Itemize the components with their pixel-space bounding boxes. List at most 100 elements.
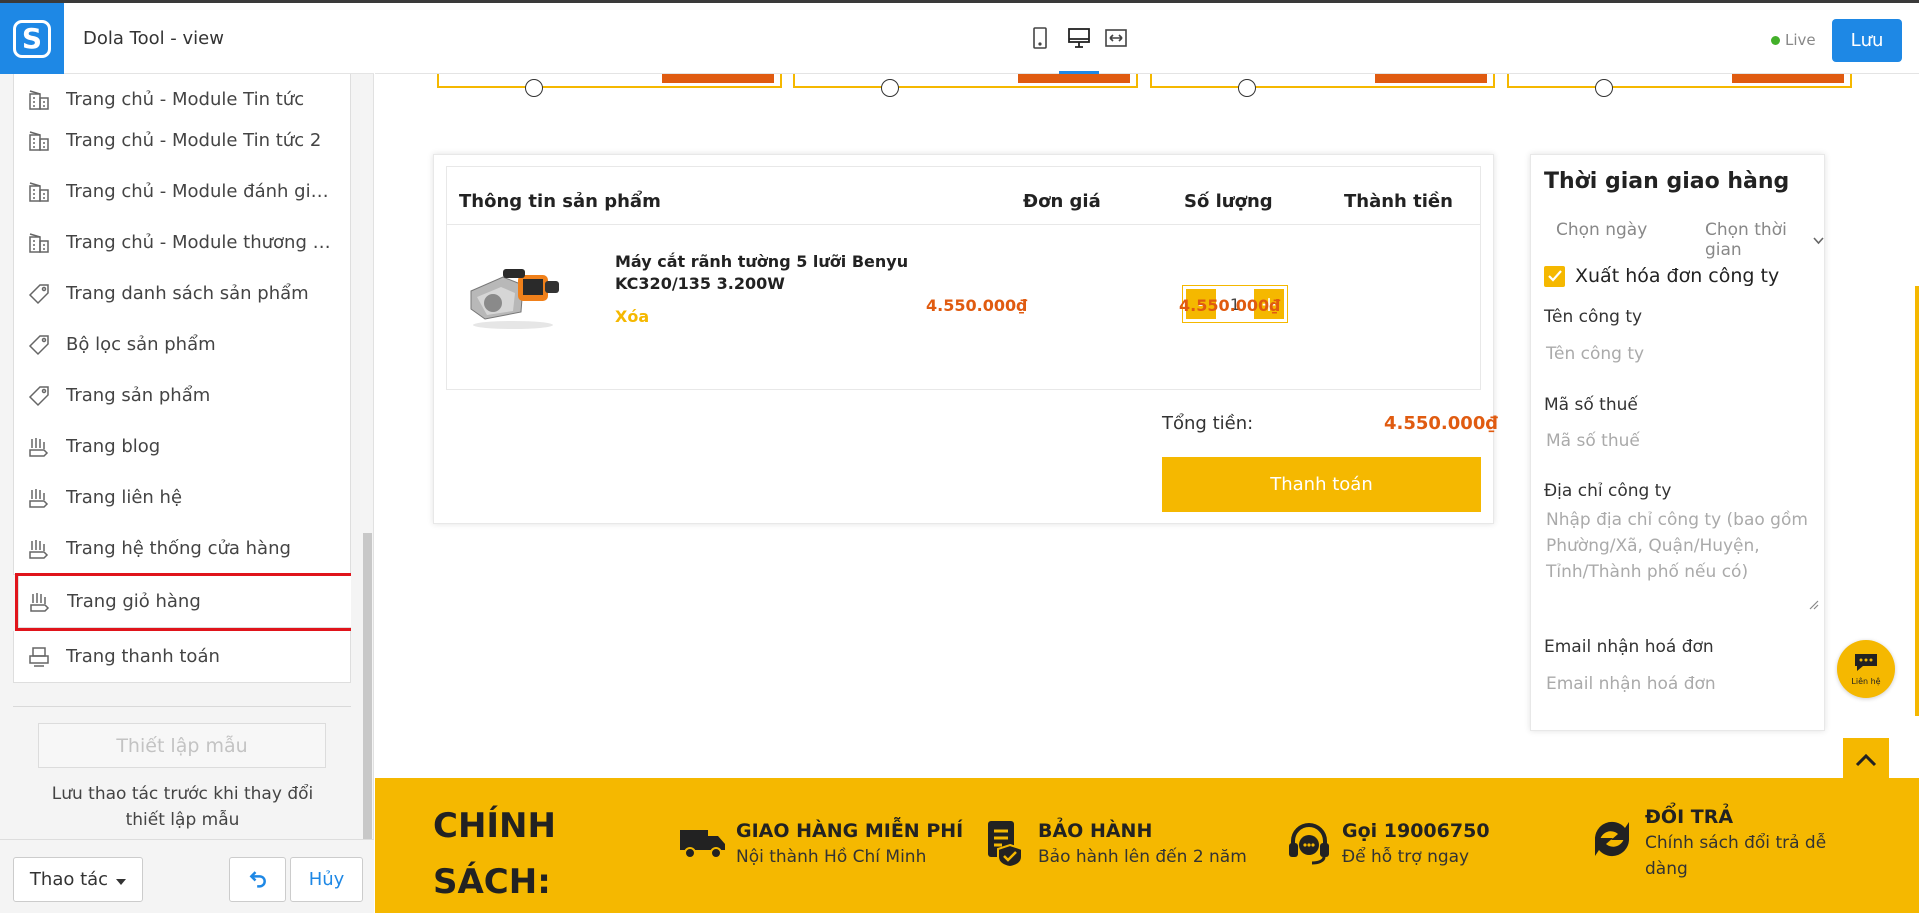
save-button[interactable]: Lưu — [1832, 19, 1902, 62]
live-status[interactable]: Live — [1771, 31, 1816, 49]
sidebar-item-blog[interactable]: Trang blog — [13, 421, 351, 473]
sidebar-item-product-list[interactable]: Trang danh sách sản phẩm — [13, 268, 351, 320]
sidebar-item-checkout[interactable]: Trang thanh toán — [13, 631, 351, 683]
tax-code-label: Mã số thuế — [1544, 395, 1638, 415]
invoice-email-input[interactable]: Email nhận hoá đơn — [1546, 674, 1716, 694]
sidebar-item-product-filter[interactable]: Bộ lọc sản phẩm — [13, 319, 351, 371]
sidebar-item-home-brands[interactable]: Trang chủ - Module thương hiệu — [13, 217, 351, 269]
undo-button[interactable] — [229, 857, 286, 902]
actions-dropdown[interactable]: Thao tác — [13, 857, 143, 902]
store-preview: Thông tin sản phẩm Đơn giá Số lượng Thàn… — [375, 74, 1919, 913]
card-circle — [1595, 79, 1613, 97]
caret-down-icon — [116, 869, 127, 890]
tag-icon — [26, 281, 52, 307]
line-total: 4.550.000₫ — [1179, 296, 1281, 315]
policy-item-title: GIAO HÀNG MIỄN PHÍ — [736, 820, 964, 842]
sidebar-item-label: Trang blog — [66, 436, 161, 457]
total-value: 4.550.000₫ — [1384, 413, 1498, 434]
printer-icon — [26, 644, 52, 670]
live-label: Live — [1785, 31, 1816, 49]
template-setup-button[interactable]: Thiết lập mẫu — [38, 723, 326, 768]
sidebar-item-label: Bộ lọc sản phẩm — [66, 334, 216, 355]
cart-table: Thông tin sản phẩm Đơn giá Số lượng Thàn… — [446, 166, 1481, 390]
contact-chat-label: Liên hệ — [1851, 677, 1881, 686]
product-name[interactable]: Máy cắt rãnh tường 5 lưỡi Benyu KC320/13… — [615, 251, 975, 295]
product-image[interactable] — [463, 257, 563, 332]
contact-chat-button[interactable]: Liên hệ — [1837, 640, 1895, 698]
remove-item-link[interactable]: Xóa — [615, 307, 649, 326]
undo-icon — [248, 868, 268, 892]
card-circle — [881, 79, 899, 97]
time-select-label: Chọn thời gian — [1705, 220, 1787, 260]
building-icon — [26, 128, 52, 154]
fullwidth-icon — [1104, 28, 1128, 52]
sidebar-item-label: Trang chủ - Module Tin tức 2 — [66, 130, 322, 151]
header-total: Thành tiền — [1344, 191, 1453, 212]
card-button-fragment — [1375, 74, 1487, 83]
template-note: Lưu thao tác trước khi thay đổi thiết lậ… — [51, 784, 314, 830]
policy-item-title: Gọi 19006750 — [1342, 820, 1490, 842]
tax-code-input[interactable]: Mã số thuế — [1546, 431, 1640, 451]
mobile-view-button[interactable] — [1025, 25, 1055, 55]
hand-icon — [26, 485, 52, 511]
preview-toolbar: Live Lưu — [375, 3, 1919, 75]
sidebar-header: S Dola Tool - view — [0, 3, 374, 74]
hand-icon — [27, 589, 53, 615]
invoice-checkbox-row[interactable]: Xuất hóa đơn công ty — [1544, 265, 1779, 287]
policy-footer: CHÍNH SÁCH: GIAO HÀNG MIỄN PHÍ Nội thành… — [375, 778, 1919, 913]
invoice-checkbox-label: Xuất hóa đơn công ty — [1575, 265, 1780, 287]
sidebar-item-label: Trang chủ - Module thương hiệu — [66, 232, 336, 253]
hand-icon — [26, 536, 52, 562]
desktop-view-button[interactable] — [1064, 25, 1094, 55]
product-card-fragment — [437, 74, 782, 97]
hand-icon — [26, 434, 52, 460]
chevron-down-icon — [1813, 230, 1824, 250]
sidebar-item-contact[interactable]: Trang liên hệ — [13, 472, 351, 524]
policy-item-warranty: BẢO HÀNH Bảo hành lên đến 2 năm — [980, 818, 1247, 870]
sidebar-item-label: Trang liên hệ — [66, 487, 183, 508]
sidebar-item-label: Trang chủ - Module đánh giá kh... — [66, 181, 336, 202]
desktop-icon — [1067, 27, 1091, 53]
policy-item-title: BẢO HÀNH — [1038, 820, 1153, 842]
time-select[interactable]: Chọn thời gian — [1705, 220, 1824, 260]
invoice-checkbox[interactable] — [1544, 265, 1565, 287]
policy-item-subtitle: Chính sách đổi trả dễ dàng — [1645, 833, 1827, 879]
product-card-fragment — [1507, 74, 1852, 97]
policy-title-line-1: CHÍNH — [433, 806, 556, 846]
side-accent-bar — [1915, 286, 1919, 716]
header-price: Đơn giá — [1023, 191, 1101, 212]
sidebar-item-product[interactable]: Trang sản phẩm — [13, 370, 351, 422]
header-quantity: Số lượng — [1184, 191, 1273, 212]
mobile-icon — [1032, 27, 1048, 53]
resize-handle-icon[interactable] — [1809, 595, 1819, 614]
app-logo[interactable]: S — [0, 3, 64, 74]
cancel-button[interactable]: Hủy — [290, 857, 363, 902]
policy-item-subtitle: Nội thành Hồ Chí Minh — [736, 847, 927, 867]
sidebar-item-stores[interactable]: Trang hệ thống cửa hàng — [13, 523, 351, 575]
sidebar-item-home-reviews[interactable]: Trang chủ - Module đánh giá kh... — [13, 166, 351, 218]
card-circle — [525, 79, 543, 97]
fullwidth-view-button[interactable] — [1101, 25, 1131, 55]
exchange-icon — [1587, 814, 1637, 864]
company-address-textarea[interactable]: Nhập địa chỉ công ty (bao gồm Phường/Xã,… — [1546, 507, 1811, 585]
checkout-button[interactable]: Thanh toán — [1162, 457, 1481, 512]
sidebar-item-label: Trang chủ - Module Tin tức — [66, 89, 305, 110]
policy-item-shipping: GIAO HÀNG MIỄN PHÍ Nội thành Hồ Chí Minh — [678, 818, 963, 870]
tag-icon — [26, 383, 52, 409]
building-icon — [26, 179, 52, 205]
sidebar-item-home-news-2[interactable]: Trang chủ - Module Tin tức 2 — [13, 115, 351, 167]
total-label: Tổng tiền: — [1162, 413, 1254, 434]
building-icon — [26, 87, 52, 113]
company-name-label: Tên công ty — [1544, 307, 1643, 327]
page-list: Trang chủ - Module Tin tức Trang chủ - M… — [13, 74, 351, 686]
logo-letter: S — [13, 19, 51, 58]
policy-item-title: ĐỔI TRẢ — [1645, 806, 1734, 828]
company-name-input[interactable]: Tên công ty — [1546, 344, 1644, 364]
date-select[interactable]: Chọn ngày — [1556, 220, 1647, 240]
card-button-fragment — [1018, 74, 1130, 83]
policy-item-subtitle: Bảo hành lên đến 2 năm — [1038, 847, 1247, 867]
sidebar-item-cart[interactable]: Trang giỏ hàng — [15, 573, 351, 631]
truck-icon — [678, 818, 728, 868]
headset-icon — [1284, 818, 1334, 868]
product-card-fragment — [793, 74, 1138, 97]
